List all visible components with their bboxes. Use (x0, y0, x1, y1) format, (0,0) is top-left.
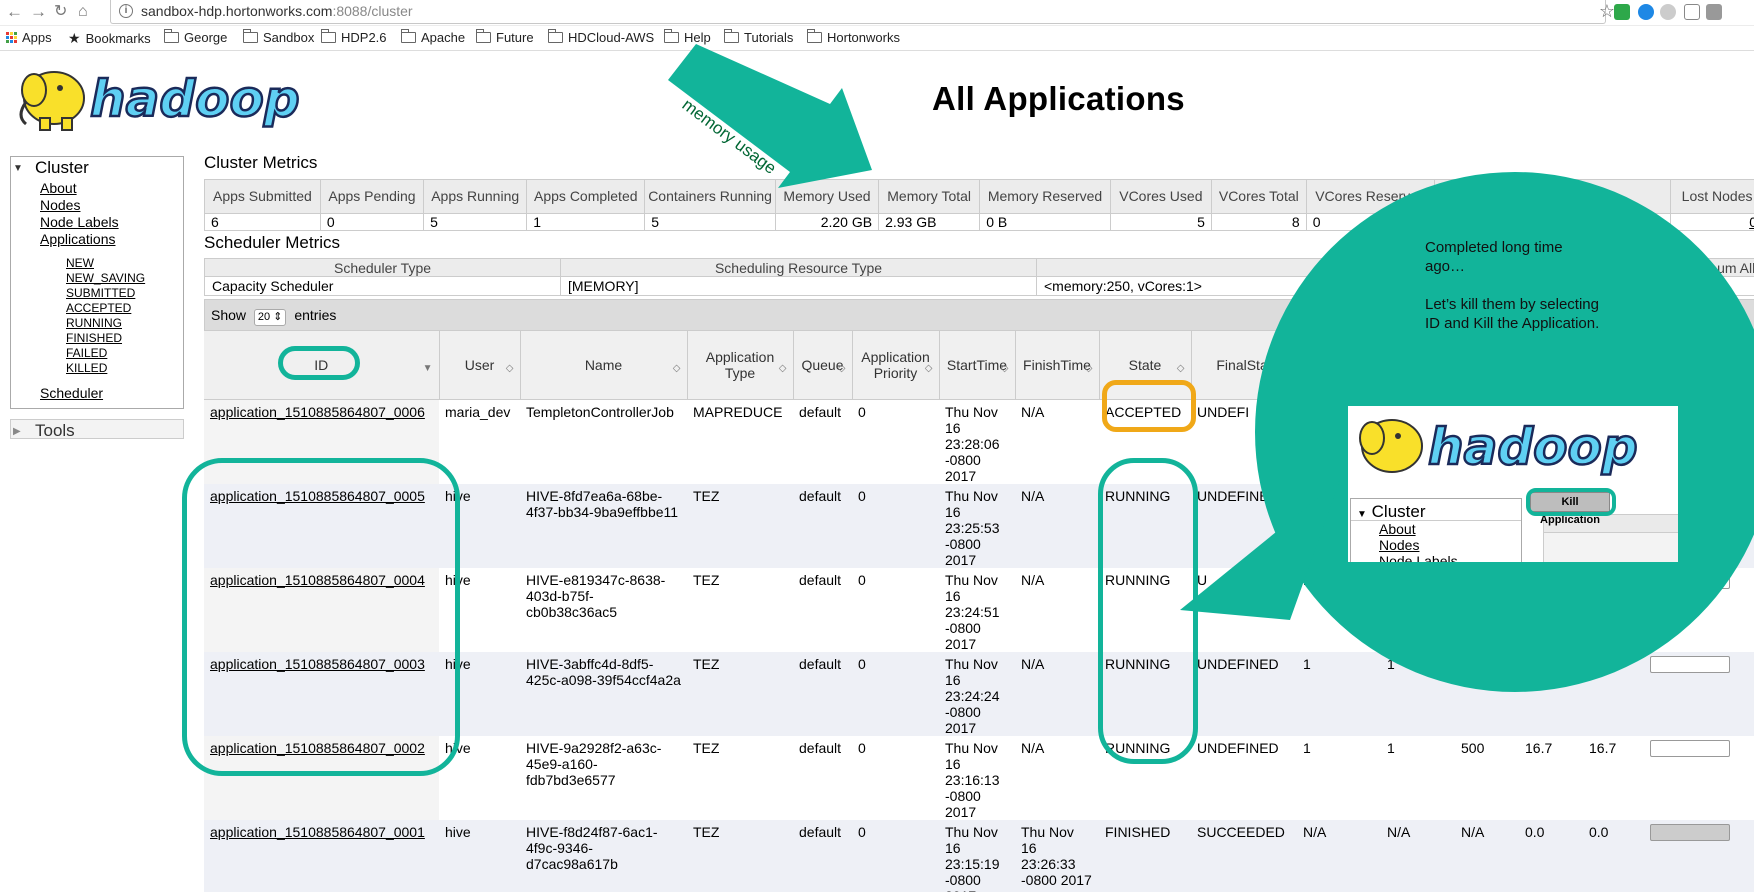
inset-cluster-header: ▼ Cluster (1351, 499, 1521, 521)
bubble-line: Let’s kill them by selecting ID and Kill… (1425, 296, 1600, 332)
inset-logo-text: hadoop (1428, 418, 1638, 476)
triangle-down-icon: ▼ (1357, 509, 1367, 520)
screen: ← → ↻ ⌂ i sandbox-hdp.hortonworks.com:80… (0, 0, 1754, 892)
inset-link-about: About (1379, 521, 1416, 537)
inset-link-node-labels: Node Labels (1379, 553, 1458, 562)
bubble-tail-shape (1180, 480, 1340, 620)
inset-cluster-label: Cluster (1371, 502, 1426, 521)
kill-button-highlight (1526, 488, 1616, 516)
inset-screenshot: hadoop ▼ Cluster About Nodes Node Labels… (1348, 406, 1678, 562)
inset-hadoop-logo: hadoop (1359, 417, 1639, 477)
inset-link-nodes: Nodes (1379, 537, 1420, 553)
bubble-text: Completed long time ago… Let’s kill them… (1425, 238, 1605, 352)
inset-cluster-section: ▼ Cluster About Nodes Node Labels (1350, 498, 1522, 562)
bubble-line: Completed long time ago… (1425, 239, 1563, 275)
